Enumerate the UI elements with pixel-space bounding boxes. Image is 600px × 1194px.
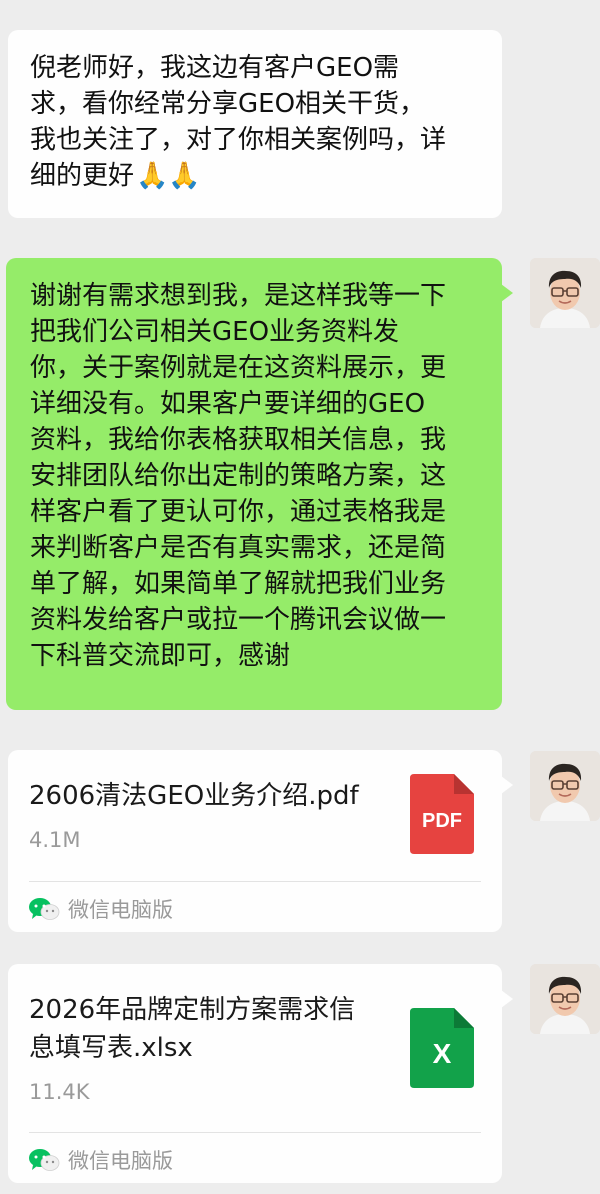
message-text-fragment: 细的更好 — [30, 161, 135, 191]
message-text-line: 求，看你经常分享GEO相关干货， — [30, 89, 426, 119]
wechat-icon — [29, 898, 60, 920]
file-type-label: X — [432, 1038, 452, 1069]
message-text-line: 详细没有。如果客户要详细的GEO — [30, 389, 426, 419]
message-text-line: 你，关于案例就是在这资料展示，更 — [30, 353, 447, 383]
message-text-line: 单了解，如果简单了解就把我们业务 — [30, 569, 447, 599]
file-size: 4.1M — [29, 828, 81, 852]
message-text-line: 来判断客户是否有真实需求，还是简 — [30, 533, 447, 563]
file-type-label: PDF — [422, 810, 462, 832]
excel-file-icon: X — [410, 1008, 474, 1088]
message-text-line: 安排团队给你出定制的策略方案，这 — [30, 461, 447, 491]
message-text-line: 把我们公司相关GEO业务资料发 — [30, 317, 400, 347]
pdf-file-icon: PDF — [410, 774, 474, 854]
message-text-line: 谢谢有需求想到我，是这样我等一下 — [30, 281, 447, 311]
message-text-line: 我也关注了，对了你相关案例吗，详 — [30, 125, 447, 155]
incoming-message-bubble[interactable]: 倪老师好，我这边有客户GEO需 求，看你经常分享GEO相关干货， 我也关注了，对… — [8, 30, 502, 218]
file-source: 微信电脑版 — [28, 1145, 173, 1175]
folded-hands-emoji-icon: 🙏🙏 — [136, 161, 201, 191]
divider — [29, 1132, 481, 1133]
divider — [29, 881, 481, 882]
avatar-photo-icon — [530, 258, 600, 328]
file-size: 11.4K — [29, 1080, 90, 1104]
source-label: 微信电脑版 — [68, 898, 173, 922]
bubble-tail — [501, 990, 513, 1008]
message-text-line: 样客户看了更认可你，通过表格我是 — [30, 497, 447, 527]
message-text-line: 细的更好🙏🙏 — [30, 158, 480, 194]
message-text-line: 资料，我给你表格获取相关信息，我 — [30, 425, 447, 455]
bubble-tail — [501, 284, 513, 302]
outgoing-message-bubble[interactable]: 谢谢有需求想到我，是这样我等一下 把我们公司相关GEO业务资料发 你，关于案例就… — [6, 258, 502, 710]
file-message-card[interactable]: 2026年品牌定制方案需求信 息填写表.xlsx 11.4K X 微信电脑版 — [8, 964, 502, 1183]
bubble-tail — [501, 776, 513, 794]
message-text-line: 倪老师好，我这边有客户GEO需 — [30, 53, 400, 83]
message-text-line: 下科普交流即可，感谢 — [30, 641, 291, 671]
wechat-icon — [29, 1149, 60, 1171]
source-label: 微信电脑版 — [68, 1149, 173, 1173]
avatar[interactable] — [530, 258, 600, 328]
avatar[interactable] — [530, 751, 600, 821]
avatar-photo-icon — [530, 964, 600, 1034]
file-name: 息填写表.xlsx — [29, 1033, 193, 1063]
file-source: 微信电脑版 — [28, 894, 173, 924]
avatar-photo-icon — [530, 751, 600, 821]
message-text-line: 资料发给客户或拉一个腾讯会议做一 — [30, 605, 447, 635]
avatar[interactable] — [530, 964, 600, 1034]
file-message-card[interactable]: 2606清法GEO业务介绍.pdf 4.1M PDF 微信电脑版 — [8, 750, 502, 932]
file-name: 2026年品牌定制方案需求信 — [29, 995, 356, 1025]
file-name: 2606清法GEO业务介绍.pdf — [29, 781, 359, 811]
